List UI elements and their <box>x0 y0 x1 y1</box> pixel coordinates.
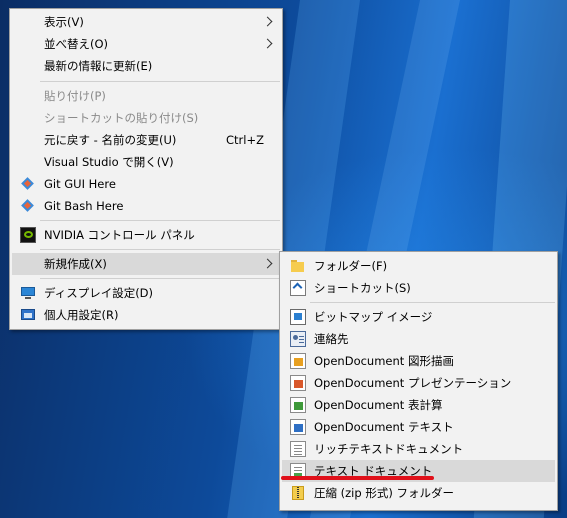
menu-item-label: Visual Studio で開く(V) <box>44 155 174 169</box>
menu-item-sort[interactable]: 並べ替え(O) <box>12 33 280 55</box>
menu-item-label: 圧縮 (zip 形式) フォルダー <box>314 486 454 500</box>
submenu-item-od-spreadsheet[interactable]: OpenDocument 表計算 <box>282 394 555 416</box>
menu-separator <box>40 220 280 221</box>
od-presentation-icon <box>290 375 306 391</box>
nvidia-icon <box>20 227 36 243</box>
menu-item-label: OpenDocument 表計算 <box>314 398 443 412</box>
menu-item-label: ショートカットの貼り付け(S) <box>44 111 199 125</box>
menu-item-refresh[interactable]: 最新の情報に更新(E) <box>12 55 280 77</box>
menu-item-open-visual-studio[interactable]: Visual Studio で開く(V) <box>12 151 280 173</box>
bitmap-icon <box>290 309 306 325</box>
submenu-item-contact[interactable]: 連絡先 <box>282 328 555 350</box>
menu-item-label: 並べ替え(O) <box>44 37 109 51</box>
submenu-item-od-drawing[interactable]: OpenDocument 図形描画 <box>282 350 555 372</box>
menu-item-label: 貼り付け(P) <box>44 89 106 103</box>
menu-item-label: ショートカット(S) <box>314 281 411 295</box>
red-underline-annotation <box>281 476 434 480</box>
menu-item-label: OpenDocument テキスト <box>314 420 454 434</box>
menu-item-label: 表示(V) <box>44 15 84 29</box>
menu-item-label: OpenDocument 図形描画 <box>314 354 454 368</box>
menu-separator <box>310 302 555 303</box>
zip-folder-icon <box>290 485 306 501</box>
menu-item-label: ディスプレイ設定(D) <box>44 286 154 300</box>
menu-item-nvidia-control-panel[interactable]: NVIDIA コントロール パネル <box>12 224 280 246</box>
chevron-right-icon <box>262 16 273 27</box>
menu-item-label: ビットマップ イメージ <box>314 310 433 324</box>
submenu-item-rich-text[interactable]: リッチテキストドキュメント <box>282 438 555 460</box>
od-spreadsheet-icon <box>290 397 306 413</box>
submenu-item-zip-folder[interactable]: 圧縮 (zip 形式) フォルダー <box>282 482 555 504</box>
menu-item-shortcut: Ctrl+Z <box>226 133 264 147</box>
menu-item-undo-rename[interactable]: 元に戻す - 名前の変更(U) Ctrl+Z <box>12 129 280 151</box>
shortcut-icon <box>290 280 306 296</box>
od-drawing-icon <box>290 353 306 369</box>
menu-item-personalize[interactable]: 個人用設定(R) <box>12 304 280 326</box>
menu-item-label: フォルダー(F) <box>314 259 388 273</box>
submenu-item-shortcut[interactable]: ショートカット(S) <box>282 277 555 299</box>
new-submenu: フォルダー(F) ショートカット(S) ビットマップ イメージ 連絡先 Open… <box>279 251 558 511</box>
display-settings-icon <box>20 285 36 301</box>
menu-item-label: 元に戻す - 名前の変更(U) <box>44 133 177 147</box>
git-gui-icon <box>20 176 36 192</box>
menu-separator <box>40 249 280 250</box>
rtf-icon <box>290 441 306 457</box>
menu-item-git-gui[interactable]: Git GUI Here <box>12 173 280 195</box>
git-bash-icon <box>20 198 36 214</box>
contact-icon <box>290 331 306 347</box>
menu-item-label: 最新の情報に更新(E) <box>44 59 153 73</box>
menu-item-label: Git GUI Here <box>44 177 116 191</box>
menu-item-display-settings[interactable]: ディスプレイ設定(D) <box>12 282 280 304</box>
menu-item-new[interactable]: 新規作成(X) <box>12 253 280 275</box>
menu-item-paste-shortcut[interactable]: ショートカットの貼り付け(S) <box>12 107 280 129</box>
menu-item-label: 新規作成(X) <box>44 257 107 271</box>
chevron-right-icon <box>262 258 273 269</box>
menu-item-view[interactable]: 表示(V) <box>12 11 280 33</box>
menu-item-label: リッチテキストドキュメント <box>314 442 464 456</box>
menu-item-label: NVIDIA コントロール パネル <box>44 228 195 242</box>
submenu-item-folder[interactable]: フォルダー(F) <box>282 255 555 277</box>
menu-item-paste[interactable]: 貼り付け(P) <box>12 85 280 107</box>
menu-item-label: OpenDocument プレゼンテーション <box>314 376 512 390</box>
chevron-right-icon <box>262 38 273 49</box>
od-text-icon <box>290 419 306 435</box>
desktop-context-menu: 表示(V) 並べ替え(O) 最新の情報に更新(E) 貼り付け(P) ショートカッ… <box>9 8 283 330</box>
menu-separator <box>40 81 280 82</box>
personalize-icon <box>20 307 36 323</box>
submenu-item-bitmap[interactable]: ビットマップ イメージ <box>282 306 555 328</box>
submenu-item-od-presentation[interactable]: OpenDocument プレゼンテーション <box>282 372 555 394</box>
menu-separator <box>40 278 280 279</box>
menu-item-label: Git Bash Here <box>44 199 124 213</box>
menu-item-label: 連絡先 <box>314 332 349 346</box>
folder-icon <box>290 258 306 274</box>
submenu-item-od-text[interactable]: OpenDocument テキスト <box>282 416 555 438</box>
menu-item-git-bash[interactable]: Git Bash Here <box>12 195 280 217</box>
menu-item-label: 個人用設定(R) <box>44 308 119 322</box>
